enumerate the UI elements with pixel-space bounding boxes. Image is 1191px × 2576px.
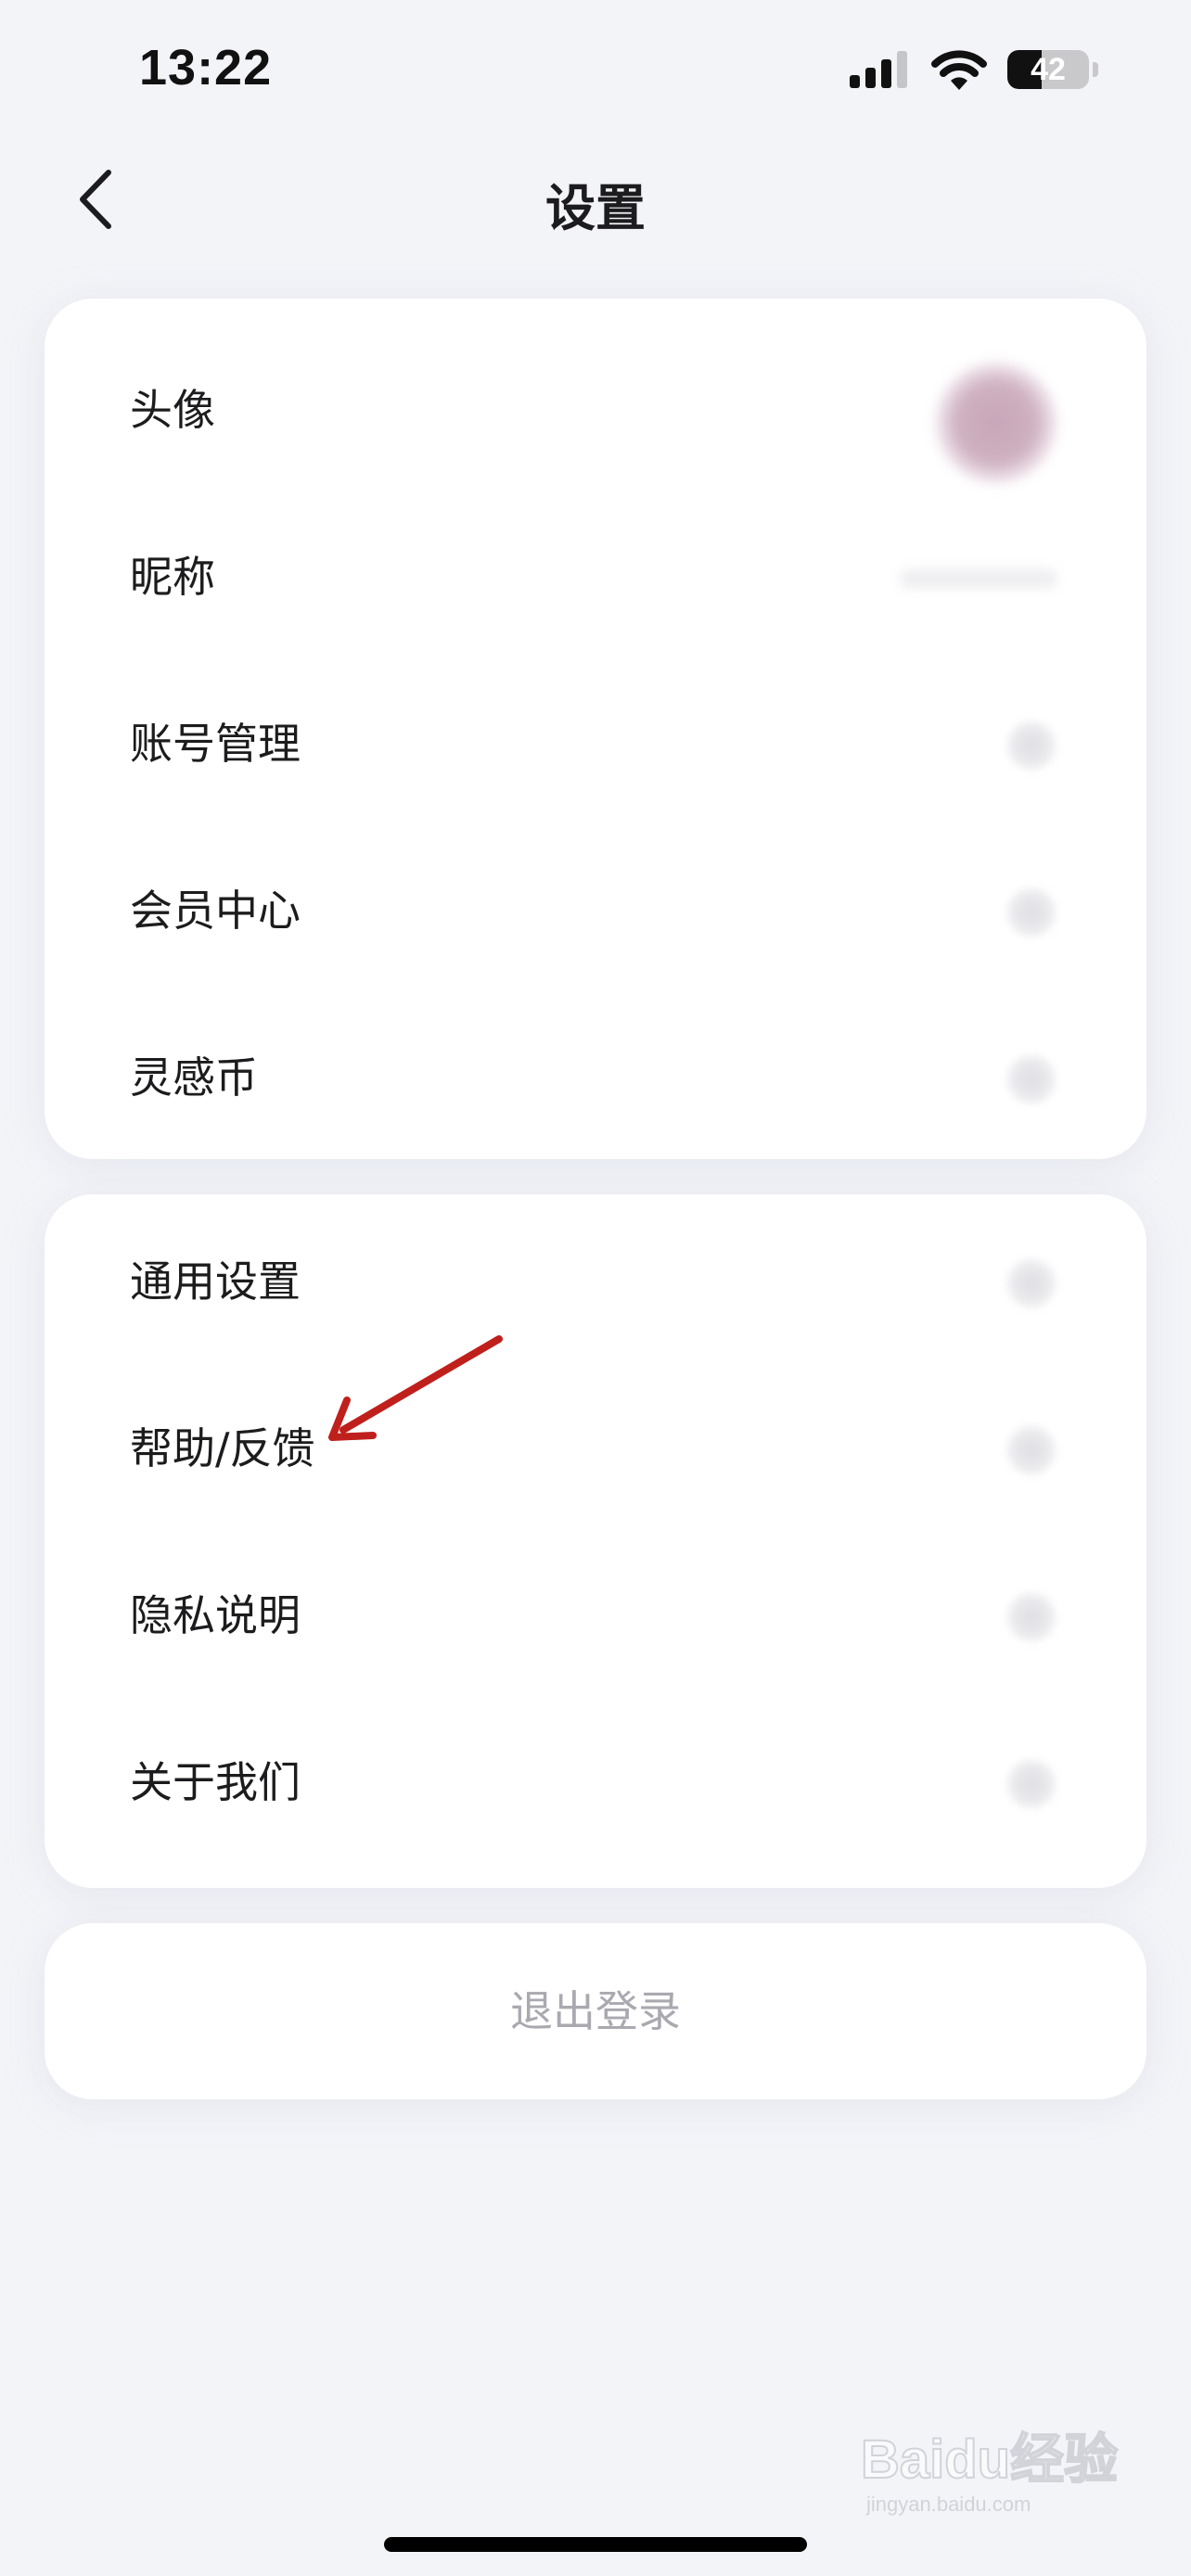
page-title: 设置: [545, 179, 646, 237]
avatar: [935, 362, 1057, 484]
chevron-right-icon: [1005, 1424, 1057, 1476]
chevron-right-icon: [1005, 720, 1057, 772]
status-time: 13:22: [139, 40, 273, 96]
settings-row-account-management[interactable]: 账号管理: [45, 660, 1146, 827]
nickname-value: [900, 569, 1057, 588]
annotation-arrow-icon: [328, 1335, 503, 1441]
home-indicator[interactable]: [384, 2537, 807, 2552]
watermark-url: jingyan.baidu.com: [865, 2493, 1031, 2516]
nav-bar: 设置: [0, 139, 1191, 260]
row-label-member-center: 会员中心: [130, 886, 301, 936]
chevron-right-icon: [1005, 1053, 1057, 1105]
signal-icon: [850, 51, 907, 88]
settings-row-help-feedback[interactable]: 帮助/反馈: [45, 1365, 1146, 1532]
row-label-avatar: 头像: [130, 385, 215, 435]
row-label-help-feedback: 帮助/反馈: [130, 1423, 315, 1473]
watermark-logo-text: Baidu经验: [861, 2429, 1118, 2490]
row-label-nickname: 昵称: [130, 552, 215, 602]
row-label-inspiration-coins: 灵感币: [130, 1052, 258, 1103]
row-label-about-us: 关于我们: [130, 1757, 301, 1807]
row-label-account-management: 账号管理: [130, 719, 301, 769]
settings-row-nickname[interactable]: 昵称: [45, 493, 1146, 660]
chevron-right-icon: [1005, 1591, 1057, 1643]
wifi-icon: [931, 50, 987, 90]
settings-row-avatar[interactable]: 头像: [45, 326, 1146, 493]
row-label-general: 通用设置: [130, 1256, 301, 1307]
settings-row-member-center[interactable]: 会员中心: [45, 827, 1146, 994]
logout-button[interactable]: 退出登录: [45, 1923, 1146, 2099]
profile-settings-card: 头像 昵称 账号管理 会员中心 灵感币: [45, 299, 1146, 1159]
battery-cap: [1093, 62, 1098, 77]
chevron-right-icon: [1005, 886, 1057, 938]
battery-level: 42: [1031, 52, 1066, 87]
general-settings-card: 通用设置 帮助/反馈 隐私说明 关于我们: [45, 1194, 1146, 1888]
chevron-right-icon: [1005, 1257, 1057, 1309]
baidu-jingyan-watermark-logo: Baidu经验 jingyan.baidu.com: [861, 2429, 1119, 2516]
settings-row-about-us[interactable]: 关于我们: [45, 1699, 1146, 1866]
settings-row-general[interactable]: 通用设置: [45, 1198, 1146, 1365]
chevron-right-icon: [1005, 1758, 1057, 1810]
settings-row-privacy[interactable]: 隐私说明: [45, 1532, 1146, 1699]
status-icons: 42: [850, 46, 1098, 93]
row-label-privacy: 隐私说明: [130, 1590, 301, 1640]
status-bar: 13:22 42: [0, 0, 1191, 139]
logout-label: 退出登录: [510, 1986, 681, 2036]
battery-icon: 42: [1007, 50, 1089, 89]
settings-row-inspiration-coins[interactable]: 灵感币: [45, 994, 1146, 1161]
